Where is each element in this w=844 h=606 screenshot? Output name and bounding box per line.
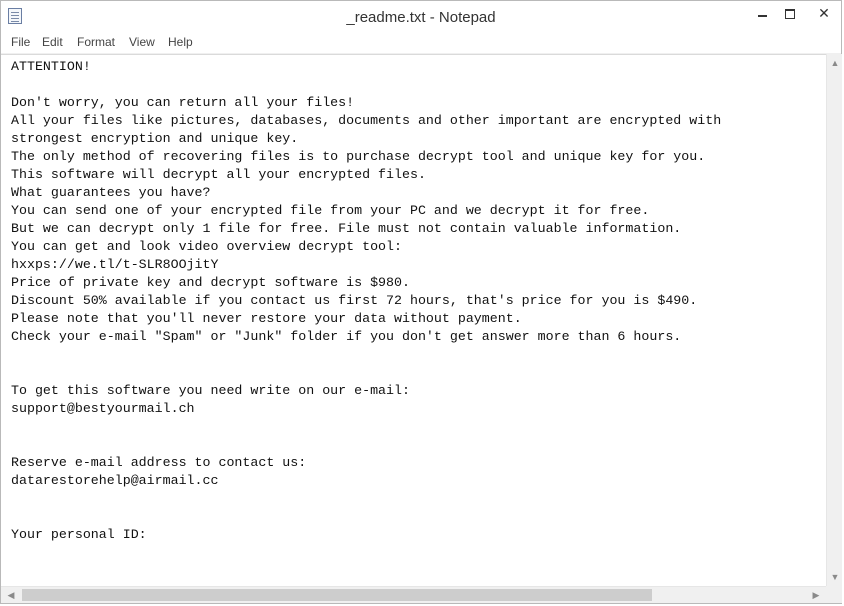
window-title: _readme.txt - Notepad (346, 9, 496, 26)
menu-bar: File Edit Format View Help (1, 32, 841, 54)
notepad-window: _readme.txt - Notepad ✕ File Edit Format… (0, 0, 842, 604)
horizontal-scrollbar[interactable]: ◀ ▶ (1, 586, 826, 603)
maximize-icon (785, 9, 795, 20)
menu-view[interactable]: View (129, 35, 155, 49)
minimize-icon (757, 15, 767, 18)
scroll-right-icon[interactable]: ▶ (808, 587, 824, 603)
document-text[interactable]: ATTENTION! Don't worry, you can return a… (11, 58, 721, 544)
menu-file[interactable]: File (11, 35, 30, 49)
minimize-button[interactable] (748, 1, 776, 25)
menu-help[interactable]: Help (168, 35, 193, 49)
maximize-button[interactable] (776, 1, 804, 25)
scrollbar-corner (826, 586, 842, 603)
menu-edit[interactable]: Edit (42, 35, 63, 49)
scroll-left-icon[interactable]: ◀ (3, 587, 19, 603)
text-editor[interactable]: ATTENTION! Don't worry, you can return a… (1, 54, 827, 587)
title-bar[interactable]: _readme.txt - Notepad ✕ (1, 1, 841, 32)
close-icon: ✕ (818, 5, 830, 21)
menu-format[interactable]: Format (77, 35, 115, 49)
scroll-down-icon[interactable]: ▼ (827, 569, 843, 585)
vertical-scrollbar[interactable]: ▲ ▼ (826, 54, 842, 586)
scroll-up-icon[interactable]: ▲ (827, 55, 843, 71)
horizontal-scroll-thumb[interactable] (22, 589, 652, 601)
close-button[interactable]: ✕ (805, 1, 843, 25)
